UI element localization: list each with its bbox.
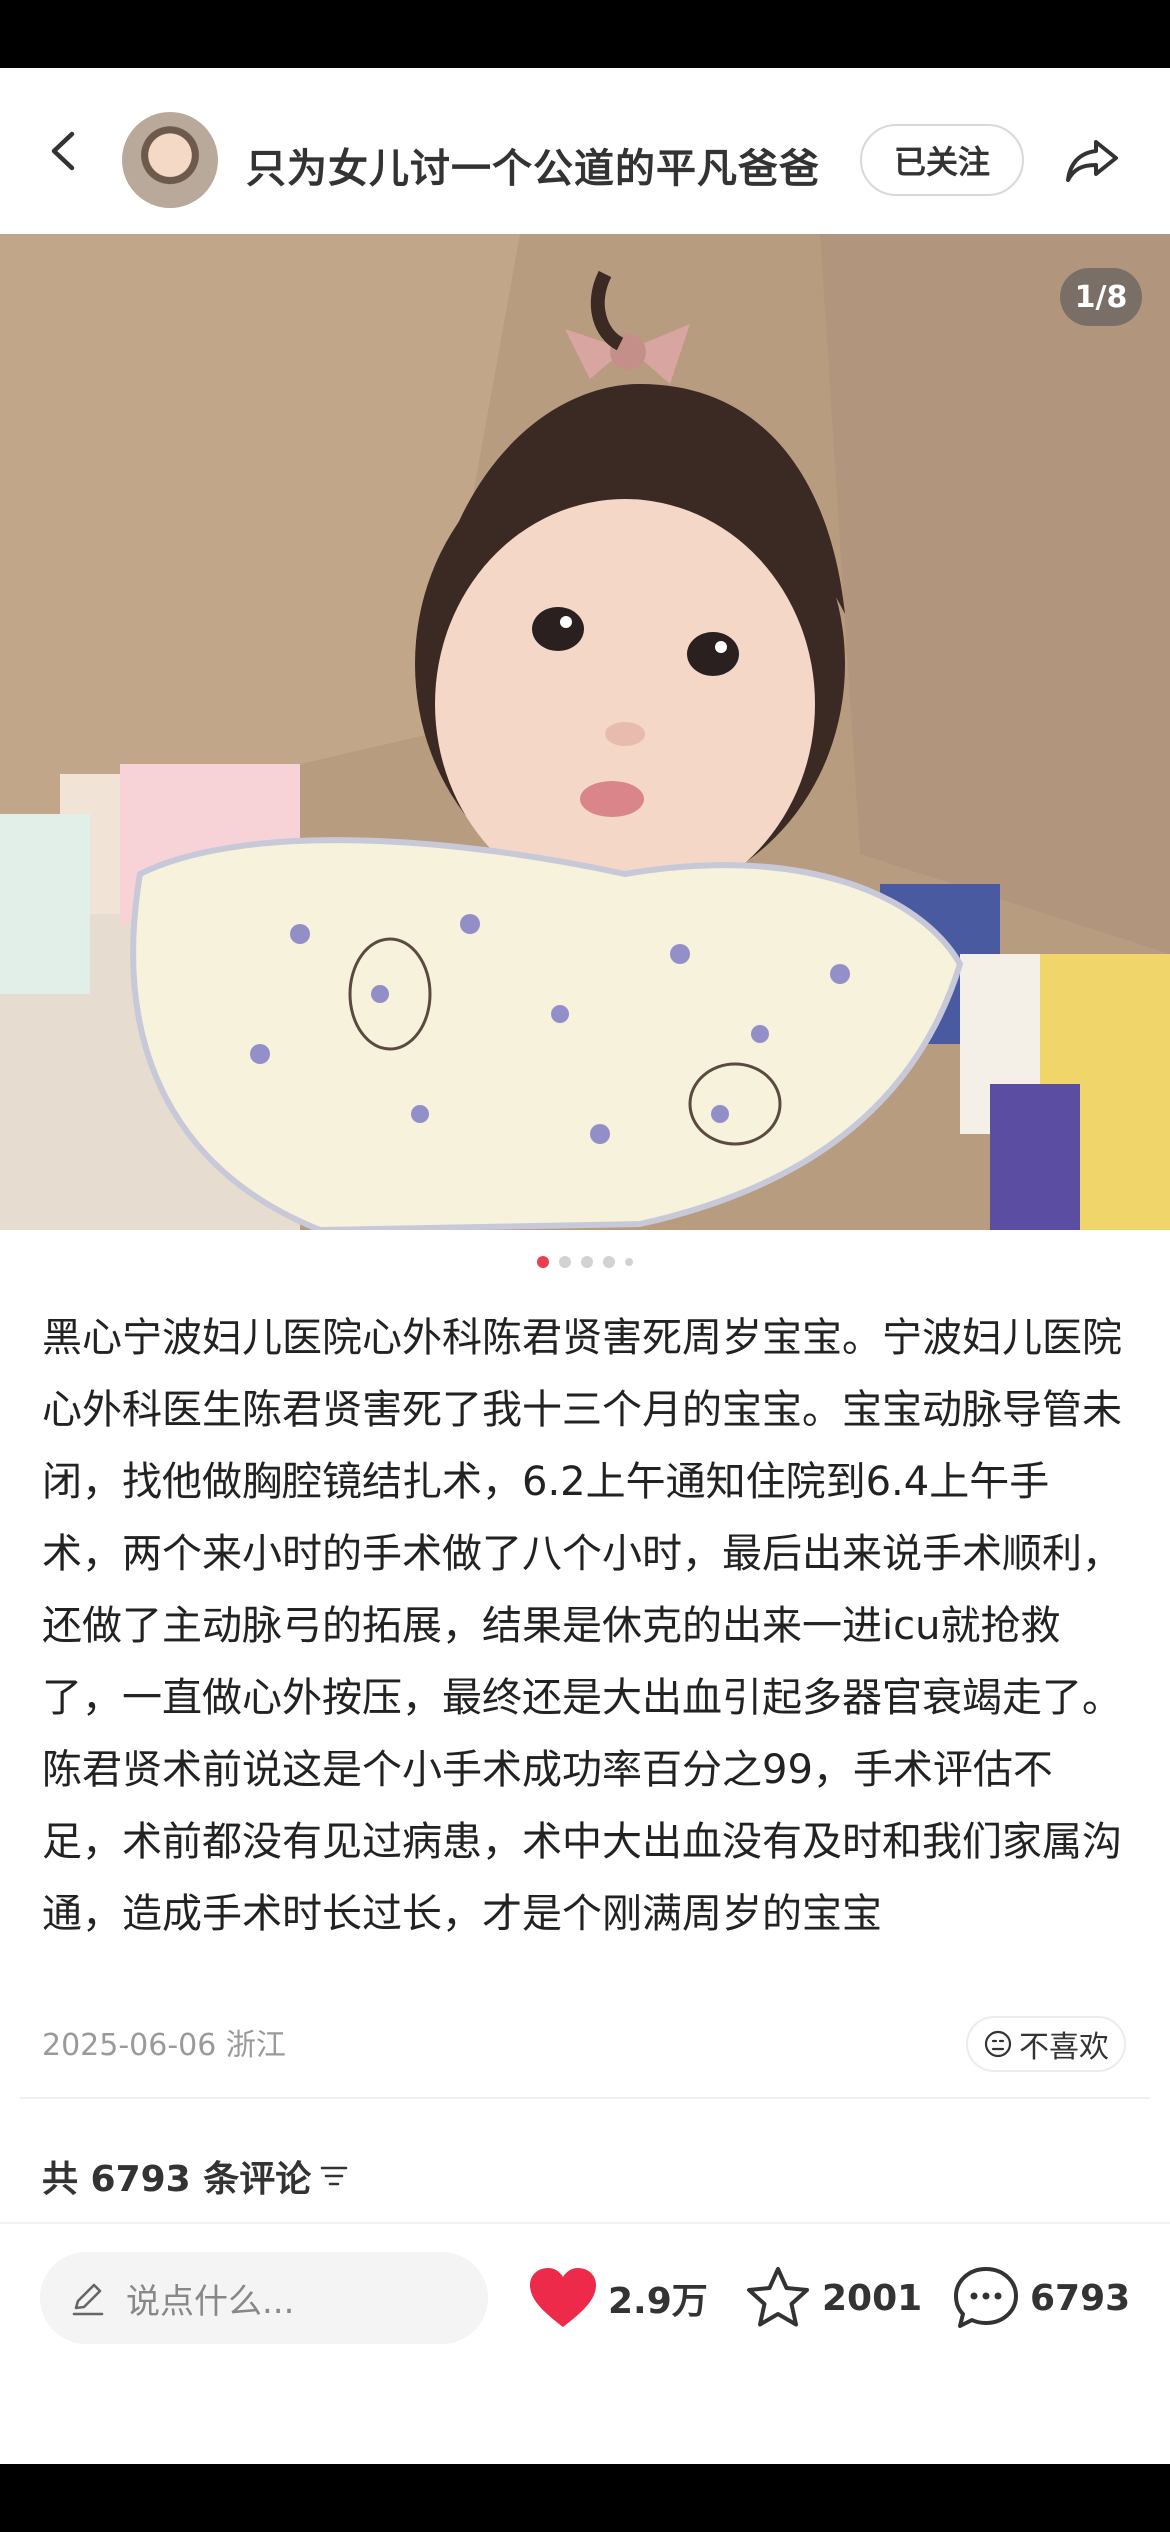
carousel-dot[interactable] <box>537 1256 549 1268</box>
post-image[interactable]: 1/8 <box>0 234 1170 1230</box>
favorite-count: 2001 <box>822 2277 923 2319</box>
sort-icon[interactable] <box>319 2163 349 2189</box>
comment-count-header[interactable]: 共 6793 条评论 <box>42 2150 349 2202</box>
comment-button[interactable]: 6793 <box>952 2262 1130 2334</box>
carousel-dots <box>0 1256 1170 1270</box>
avatar[interactable] <box>122 112 218 208</box>
dislike-button[interactable]: 不喜欢 <box>966 2016 1126 2072</box>
divider <box>20 2097 1150 2099</box>
carousel-dot[interactable] <box>581 1256 593 1268</box>
like-button[interactable]: 2.9万 <box>528 2262 708 2334</box>
divider <box>0 2222 1170 2224</box>
star-icon <box>747 2267 809 2327</box>
carousel-dot[interactable] <box>559 1256 571 1268</box>
share-icon[interactable] <box>1060 128 1124 192</box>
sad-face-icon <box>984 2030 1012 2058</box>
back-arrow-icon[interactable] <box>40 126 90 176</box>
chat-bubble-icon <box>954 2267 1018 2328</box>
like-count: 2.9万 <box>608 2281 708 2322</box>
favorite-button[interactable]: 2001 <box>744 2262 922 2334</box>
baby-photo <box>0 234 1170 1230</box>
comment-total: 6793 <box>1030 2277 1131 2319</box>
post-body: 黑心宁波妇儿医院心外科陈君贤害死周岁宝宝。宁波妇儿医院心外科医生陈君贤害死了我十… <box>42 1315 1122 1937</box>
author-name[interactable]: 只为女儿讨一个公道的平凡爸爸 <box>246 136 820 194</box>
comment-input[interactable]: 说点什么... <box>40 2252 488 2344</box>
comment-input-placeholder: 说点什么... <box>126 2281 295 2322</box>
post-date-location: 2025-06-06 浙江 <box>42 2028 286 2063</box>
pencil-icon <box>72 2283 104 2316</box>
dislike-label: 不喜欢 <box>1019 2030 1109 2065</box>
comment-count-label: 共 6793 条评论 <box>42 2159 312 2200</box>
status-bar <box>0 0 1170 68</box>
home-indicator-bar <box>0 2464 1170 2532</box>
follow-button[interactable]: 已关注 <box>860 124 1024 196</box>
image-counter: 1/8 <box>1060 268 1142 326</box>
carousel-dot[interactable] <box>603 1256 615 1268</box>
post-header: 只为女儿讨一个公道的平凡爸爸 已关注 <box>0 68 1170 234</box>
carousel-dot[interactable] <box>625 1258 633 1266</box>
heart-icon <box>530 2268 596 2327</box>
